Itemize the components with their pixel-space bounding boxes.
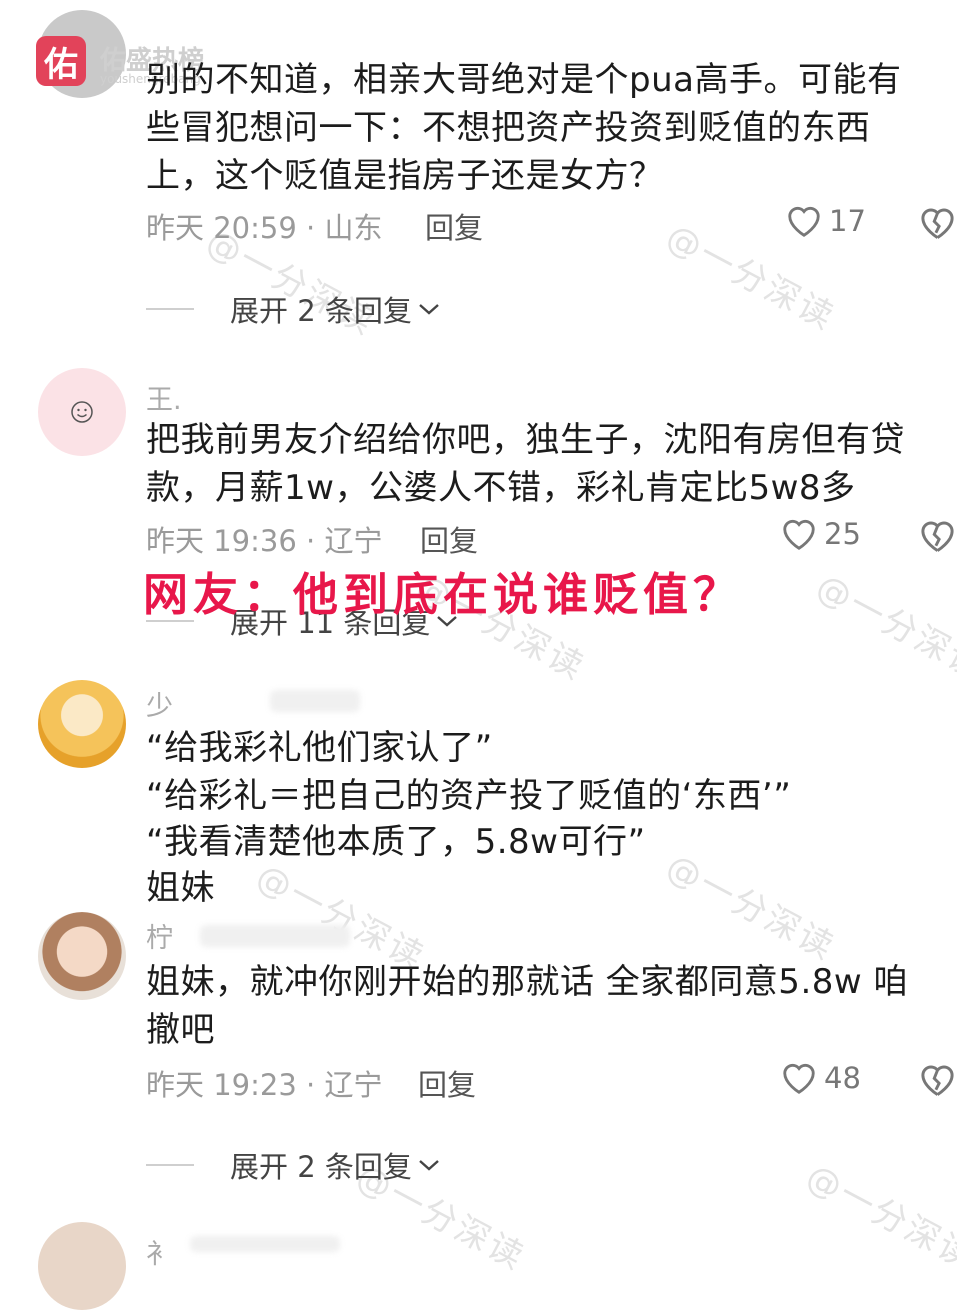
dislike-icon[interactable] [918, 205, 957, 241]
watermark: @一分深读 [809, 566, 957, 689]
like-count: 25 [824, 517, 861, 551]
dislike-icon[interactable] [918, 518, 957, 554]
blurred-username [270, 690, 360, 712]
dislike-icon[interactable] [918, 1062, 957, 1098]
comment-line: 把我前男友介绍给你吧，独生子，沈阳有房但有贷 [146, 420, 905, 460]
logo-badge: 佑 [36, 36, 86, 86]
avatar[interactable] [38, 368, 126, 456]
blurred-username [190, 1236, 340, 1252]
chevron-down-icon [419, 1160, 439, 1171]
blurred-username [200, 925, 350, 947]
reply-button[interactable]: 回复 [425, 205, 483, 247]
heart-icon [783, 519, 815, 550]
like-count: 17 [829, 204, 866, 238]
username[interactable]: 柠 [146, 916, 173, 955]
expand-replies-label: 展开 2 条回复 [230, 294, 412, 328]
comment-line: 些冒犯想问一下：不想把资产投资到贬值的东西 [146, 108, 871, 148]
heart-icon [783, 1063, 815, 1094]
overlay-caption: 网友：他到底在说谁贬值？ [143, 568, 744, 621]
comment-line: “我看清楚他本质了，5.8w可行” [146, 822, 646, 862]
logo-badge-text: 佑 [44, 44, 78, 85]
comment-line: 姐妹，就冲你刚开始的那就话 全家都同意5.8w 咱 [146, 962, 908, 1002]
avatar[interactable] [38, 680, 126, 768]
watermark: @一分深读 [659, 846, 842, 969]
comment-meta: 昨天 19:23 · 辽宁 [146, 1068, 383, 1102]
username[interactable]: 衤 [146, 1232, 173, 1271]
like-button[interactable]: 17 [785, 203, 866, 239]
smiley-icon [71, 401, 93, 423]
comment-line: “给彩礼＝把自己的资产投了贬值的‘东西’” [146, 776, 792, 816]
comment-line: 别的不知道，相亲大哥绝对是个pua高手。可能有 [146, 60, 902, 100]
comment-line: 撤吧 [146, 1010, 215, 1050]
like-button[interactable]: 25 [780, 516, 861, 552]
expand-replies-label: 展开 2 条回复 [230, 1150, 412, 1184]
comment-meta: 昨天 20:59 · 山东 [146, 211, 383, 245]
comment-line: 上，这个贬值是指房子还是女方？ [146, 156, 664, 196]
divider-line [146, 1164, 194, 1166]
reply-button[interactable]: 回复 [418, 1062, 476, 1104]
like-count: 48 [824, 1061, 861, 1095]
avatar[interactable] [38, 1222, 126, 1310]
chevron-down-icon [419, 304, 439, 315]
avatar[interactable] [38, 912, 126, 1000]
reply-button[interactable]: 回复 [420, 518, 478, 560]
comment-meta: 昨天 19:36 · 辽宁 [146, 524, 383, 558]
divider-line [146, 308, 194, 310]
expand-replies[interactable]: 展开 2 条回复 [146, 1144, 442, 1186]
heart-icon [788, 206, 820, 237]
expand-replies[interactable]: 展开 2 条回复 [146, 288, 442, 330]
watermark: @一分深读 [799, 1156, 957, 1279]
comment-line: “给我彩礼他们家认了” [146, 728, 493, 768]
comment-line: 款，月薪1w，公婆人不错，彩礼肯定比5w8多 [146, 468, 856, 508]
like-button[interactable]: 48 [780, 1060, 861, 1096]
username[interactable]: 少 [146, 684, 173, 723]
comment-line: 姐妹 [146, 868, 215, 908]
username[interactable]: 王. [146, 378, 182, 417]
